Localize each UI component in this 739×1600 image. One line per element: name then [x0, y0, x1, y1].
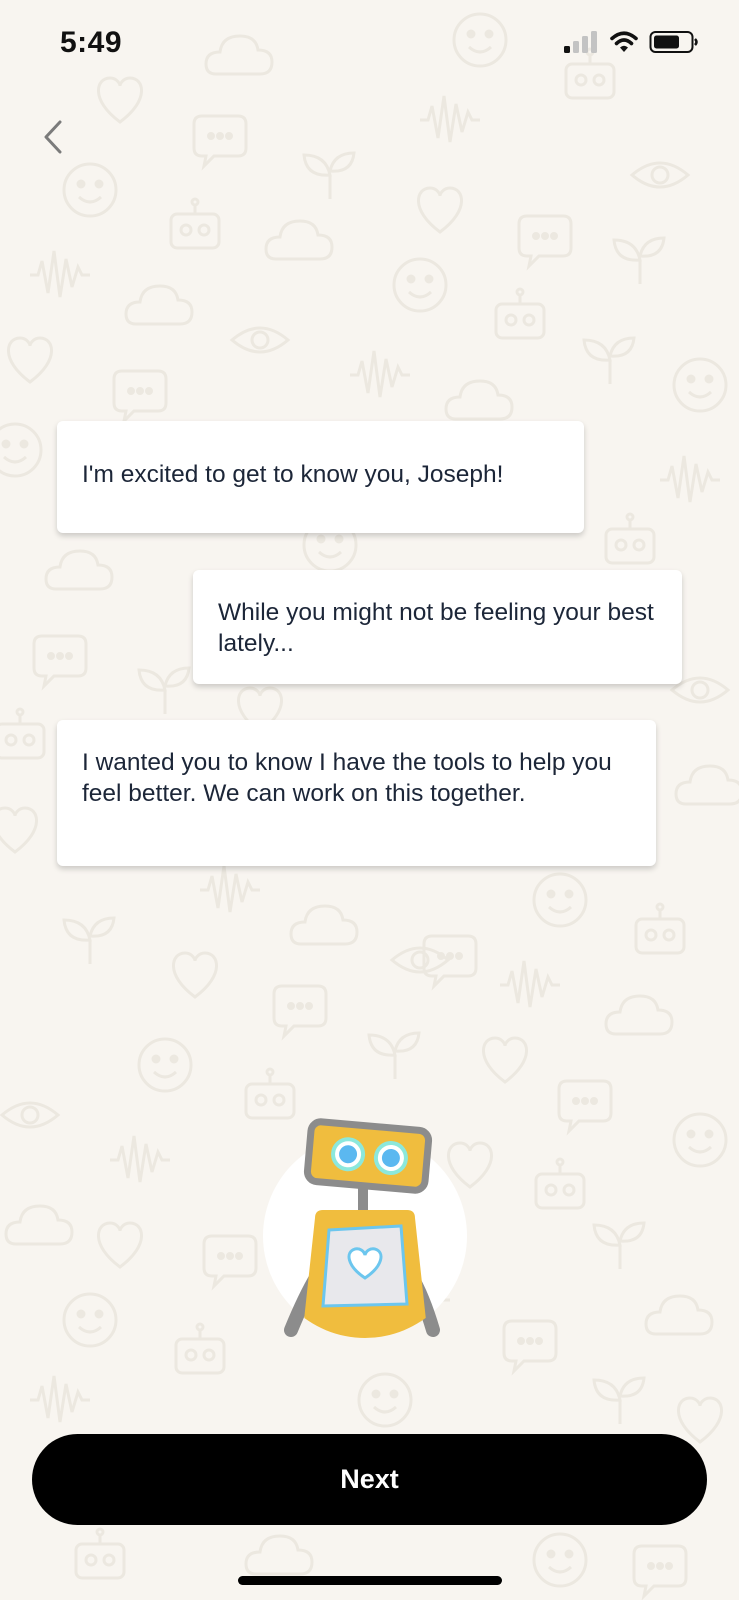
chevron-left-icon — [44, 120, 62, 154]
home-indicator[interactable] — [238, 1576, 502, 1585]
status-bar: 5:49 — [0, 0, 739, 90]
cellular-signal-icon — [564, 31, 597, 53]
chat-message: I'm excited to get to know you, Joseph! — [57, 421, 584, 533]
chat-message: While you might not be feeling your best… — [193, 570, 682, 684]
wifi-icon — [610, 31, 638, 52]
back-button[interactable] — [34, 112, 74, 162]
next-button[interactable]: Next — [32, 1434, 707, 1525]
chat-message: I wanted you to know I have the tools to… — [57, 720, 656, 866]
status-icons — [563, 30, 699, 54]
robot-mascot-icon — [263, 1118, 467, 1338]
battery-icon — [649, 31, 698, 53]
status-time: 5:49 — [60, 26, 123, 59]
